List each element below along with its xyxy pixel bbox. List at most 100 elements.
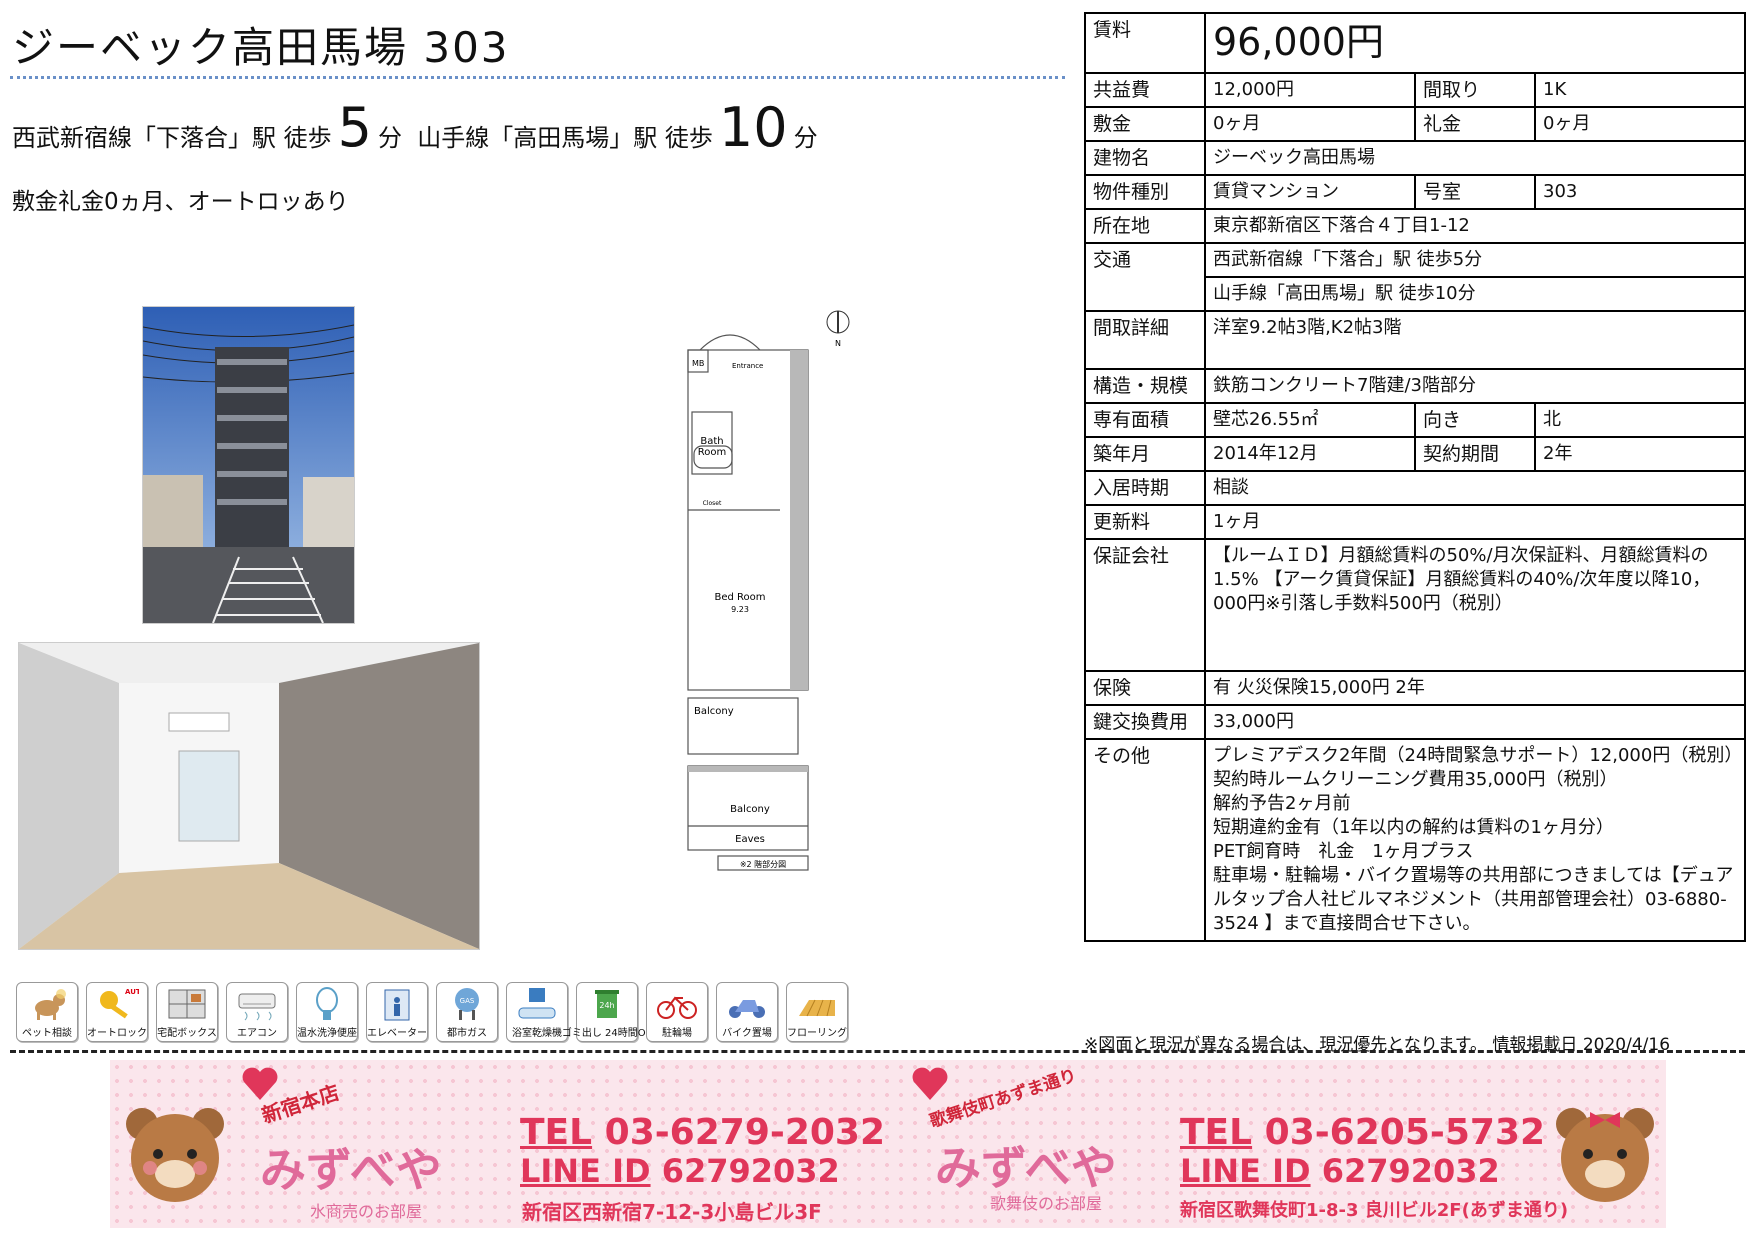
title-divider bbox=[10, 76, 1065, 79]
heart-balloon-icon bbox=[912, 1067, 948, 1100]
move-in-value: 相談 bbox=[1203, 470, 1747, 506]
catch-copy: 敷金礼金0ヵ月、オートロッあり bbox=[12, 189, 349, 215]
built-label: 築年月 bbox=[1084, 436, 1206, 472]
guarantor-label: 保証会社 bbox=[1084, 538, 1206, 672]
flooring-icon bbox=[799, 999, 835, 1017]
property-type-value: 賃貸マンション bbox=[1204, 174, 1416, 210]
toilet-icon bbox=[316, 987, 338, 1020]
banner-left-address: 新宿区西新宿7-12-3小島ビル3F bbox=[522, 1200, 822, 1224]
building-name-value: ジーベック高田馬場 bbox=[1203, 140, 1747, 176]
key-money-value: 0ヶ月 bbox=[1533, 106, 1747, 142]
amenity-washlet: 温水洗浄便座 bbox=[296, 982, 358, 1042]
bedroom-label: Bed Room bbox=[714, 592, 765, 603]
renewal-value: 1ヶ月 bbox=[1203, 504, 1747, 540]
amenity-elevator: エレベーター bbox=[366, 982, 428, 1042]
motorbike-icon bbox=[729, 1000, 765, 1018]
common-fee-label: 共益費 bbox=[1084, 72, 1206, 108]
banner-right-logo: みずべや bbox=[935, 1141, 1117, 1195]
direction-value: 北 bbox=[1533, 402, 1747, 438]
insurance-value: 有 火災保険15,000円 2年 bbox=[1203, 670, 1747, 706]
entrance-label: Entrance bbox=[732, 362, 763, 370]
deposit-value: 0ヶ月 bbox=[1204, 106, 1416, 142]
banner-left-sub: 水商売のお部屋 bbox=[310, 1202, 423, 1221]
other-note: プレミアデスク2年間（24時間緊急サポート）12,000円（税別） bbox=[1213, 745, 1743, 766]
amenity-city-gas: GAS 都市ガス bbox=[436, 982, 498, 1042]
amenity-motorbike-parking: バイク置場 bbox=[716, 982, 778, 1042]
banner-right-tel[interactable]: TEL 03-6205-5732 bbox=[1180, 1112, 1545, 1153]
bath-dryer-icon bbox=[518, 988, 556, 1019]
amenity-delivery-box: 宅配ボックス bbox=[156, 982, 218, 1042]
layout-value: 1K bbox=[1533, 72, 1747, 108]
key-icon: AUTO bbox=[100, 988, 139, 1019]
walk-unit-1: 分 bbox=[378, 124, 402, 152]
closet-label: Closet bbox=[703, 500, 722, 507]
amenity-bicycle-parking: 駐輪場 bbox=[646, 982, 708, 1042]
bicycle-icon bbox=[657, 996, 697, 1019]
page-title: ジーベック高田馬場 303 bbox=[12, 23, 510, 72]
svg-text:24h: 24h bbox=[599, 1001, 614, 1010]
elevator-icon bbox=[384, 989, 410, 1021]
property-spec-table: 賃料 96,000円 共益費 12,000円 間取り 1K 敷金 0ヶ月 礼金 … bbox=[1084, 12, 1747, 942]
access-line-1: 西武新宿線「下落合」駅 徒歩 bbox=[12, 124, 332, 152]
walk-minutes-1: 5 bbox=[337, 96, 372, 159]
direction-label: 向き bbox=[1414, 402, 1536, 438]
contract-term-label: 契約期間 bbox=[1414, 436, 1536, 472]
bath-room-label: Room bbox=[698, 447, 726, 458]
area-value: 壁芯26.55㎡ bbox=[1204, 402, 1416, 438]
bear-mascot-icon bbox=[1556, 1108, 1654, 1202]
amenity-flooring: フローリング bbox=[786, 982, 848, 1042]
amenity-bath-dryer: 浴室乾燥機 bbox=[506, 982, 568, 1042]
transport-value-2: 山手線「高田馬場」駅 徒歩10分 bbox=[1203, 276, 1747, 312]
common-fee-value: 12,000円 bbox=[1204, 72, 1416, 108]
amenity-garbage-24h: 24h ゴミ出し 24時間OK bbox=[562, 982, 652, 1042]
other-note: 駐車場・駐輪場・バイク置場等の共用部につきましては【デュアルタップ合人社ビルマネ… bbox=[1213, 865, 1734, 934]
lockers-icon bbox=[168, 989, 206, 1019]
building-exterior-photo bbox=[142, 306, 355, 624]
banner-right-line-id[interactable]: LINE ID 62792032 bbox=[1180, 1152, 1500, 1190]
banner-right-address: 新宿区歌舞伎町1-8-3 良川ビル2F(あずま通り) bbox=[1180, 1200, 1569, 1221]
banner-left-line-id[interactable]: LINE ID 62792032 bbox=[520, 1152, 840, 1190]
banner-left-tel[interactable]: TEL 03-6279-2032 bbox=[520, 1112, 885, 1153]
gas-tank-icon: GAS bbox=[455, 988, 479, 1020]
balcony-label: Balcony bbox=[694, 706, 734, 717]
walk-minutes-2: 10 bbox=[718, 96, 788, 159]
agency-banner[interactable]: 新宿本店 みずべや 水商売のお部屋 TEL 03-6279-2032 LINE … bbox=[110, 1060, 1666, 1228]
key-exchange-label: 鍵交換費用 bbox=[1084, 704, 1206, 740]
walk-unit-2: 分 bbox=[793, 124, 818, 152]
renewal-label: 更新料 bbox=[1084, 504, 1206, 540]
bath-label: Bath bbox=[700, 436, 723, 447]
move-in-label: 入居時期 bbox=[1084, 470, 1206, 506]
structure-value: 鉄筋コンクリート7階建/3階部分 bbox=[1203, 368, 1747, 404]
access-line-2: 山手線「高田馬場」駅 徒歩 bbox=[417, 124, 713, 152]
room-no-label: 号室 bbox=[1414, 174, 1536, 210]
property-type-label: 物件種別 bbox=[1084, 174, 1206, 210]
other-note: PET飼育時 礼金 1ヶ月プラス bbox=[1213, 841, 1474, 862]
balcony-2-label: Balcony bbox=[730, 804, 770, 815]
structure-label: 構造・規模 bbox=[1084, 368, 1206, 404]
key-exchange-value: 33,000円 bbox=[1203, 704, 1747, 740]
bear-mascot-icon bbox=[126, 1108, 224, 1202]
eaves-label: Eaves bbox=[735, 834, 765, 845]
north-label: N bbox=[835, 339, 841, 348]
layout-detail-label: 間取詳細 bbox=[1084, 310, 1206, 370]
insurance-label: 保険 bbox=[1084, 670, 1206, 706]
key-money-label: 礼金 bbox=[1414, 106, 1536, 142]
other-note: 契約時ルームクリーニング費用35,000円（税別） bbox=[1213, 769, 1618, 790]
trash-24h-icon: 24h bbox=[595, 990, 619, 1018]
svg-text:AUTO: AUTO bbox=[125, 988, 139, 996]
access-info: 西武新宿線「下落合」駅 徒歩 5 分 山手線「高田馬場」駅 徒歩 10 分 bbox=[12, 96, 818, 159]
mb-label: MB bbox=[692, 359, 704, 368]
address-label: 所在地 bbox=[1084, 208, 1206, 244]
building-name-label: 建物名 bbox=[1084, 140, 1206, 176]
amenity-autolock: AUTO オートロック bbox=[86, 982, 148, 1042]
dog-icon bbox=[35, 989, 66, 1020]
contract-term-value: 2年 bbox=[1533, 436, 1747, 472]
bottom-divider bbox=[10, 1050, 1745, 1053]
address-value: 東京都新宿区下落合４丁目1-12 bbox=[1203, 208, 1747, 244]
layout-detail-value: 洋室9.2帖3階,K2帖3階 bbox=[1203, 310, 1747, 370]
guarantor-value: 【ルームＩＤ】月額総賃料の50%/月次保証料、月額総賃料の1.5% 【アーク賃貸… bbox=[1203, 538, 1747, 672]
air-conditioner-icon bbox=[238, 993, 276, 1021]
transport-value-1: 西武新宿線「下落合」駅 徒歩5分 bbox=[1203, 242, 1747, 278]
bedroom-size: 9.23 bbox=[731, 605, 749, 614]
floor-note: ※2 階部分図 bbox=[740, 859, 786, 869]
